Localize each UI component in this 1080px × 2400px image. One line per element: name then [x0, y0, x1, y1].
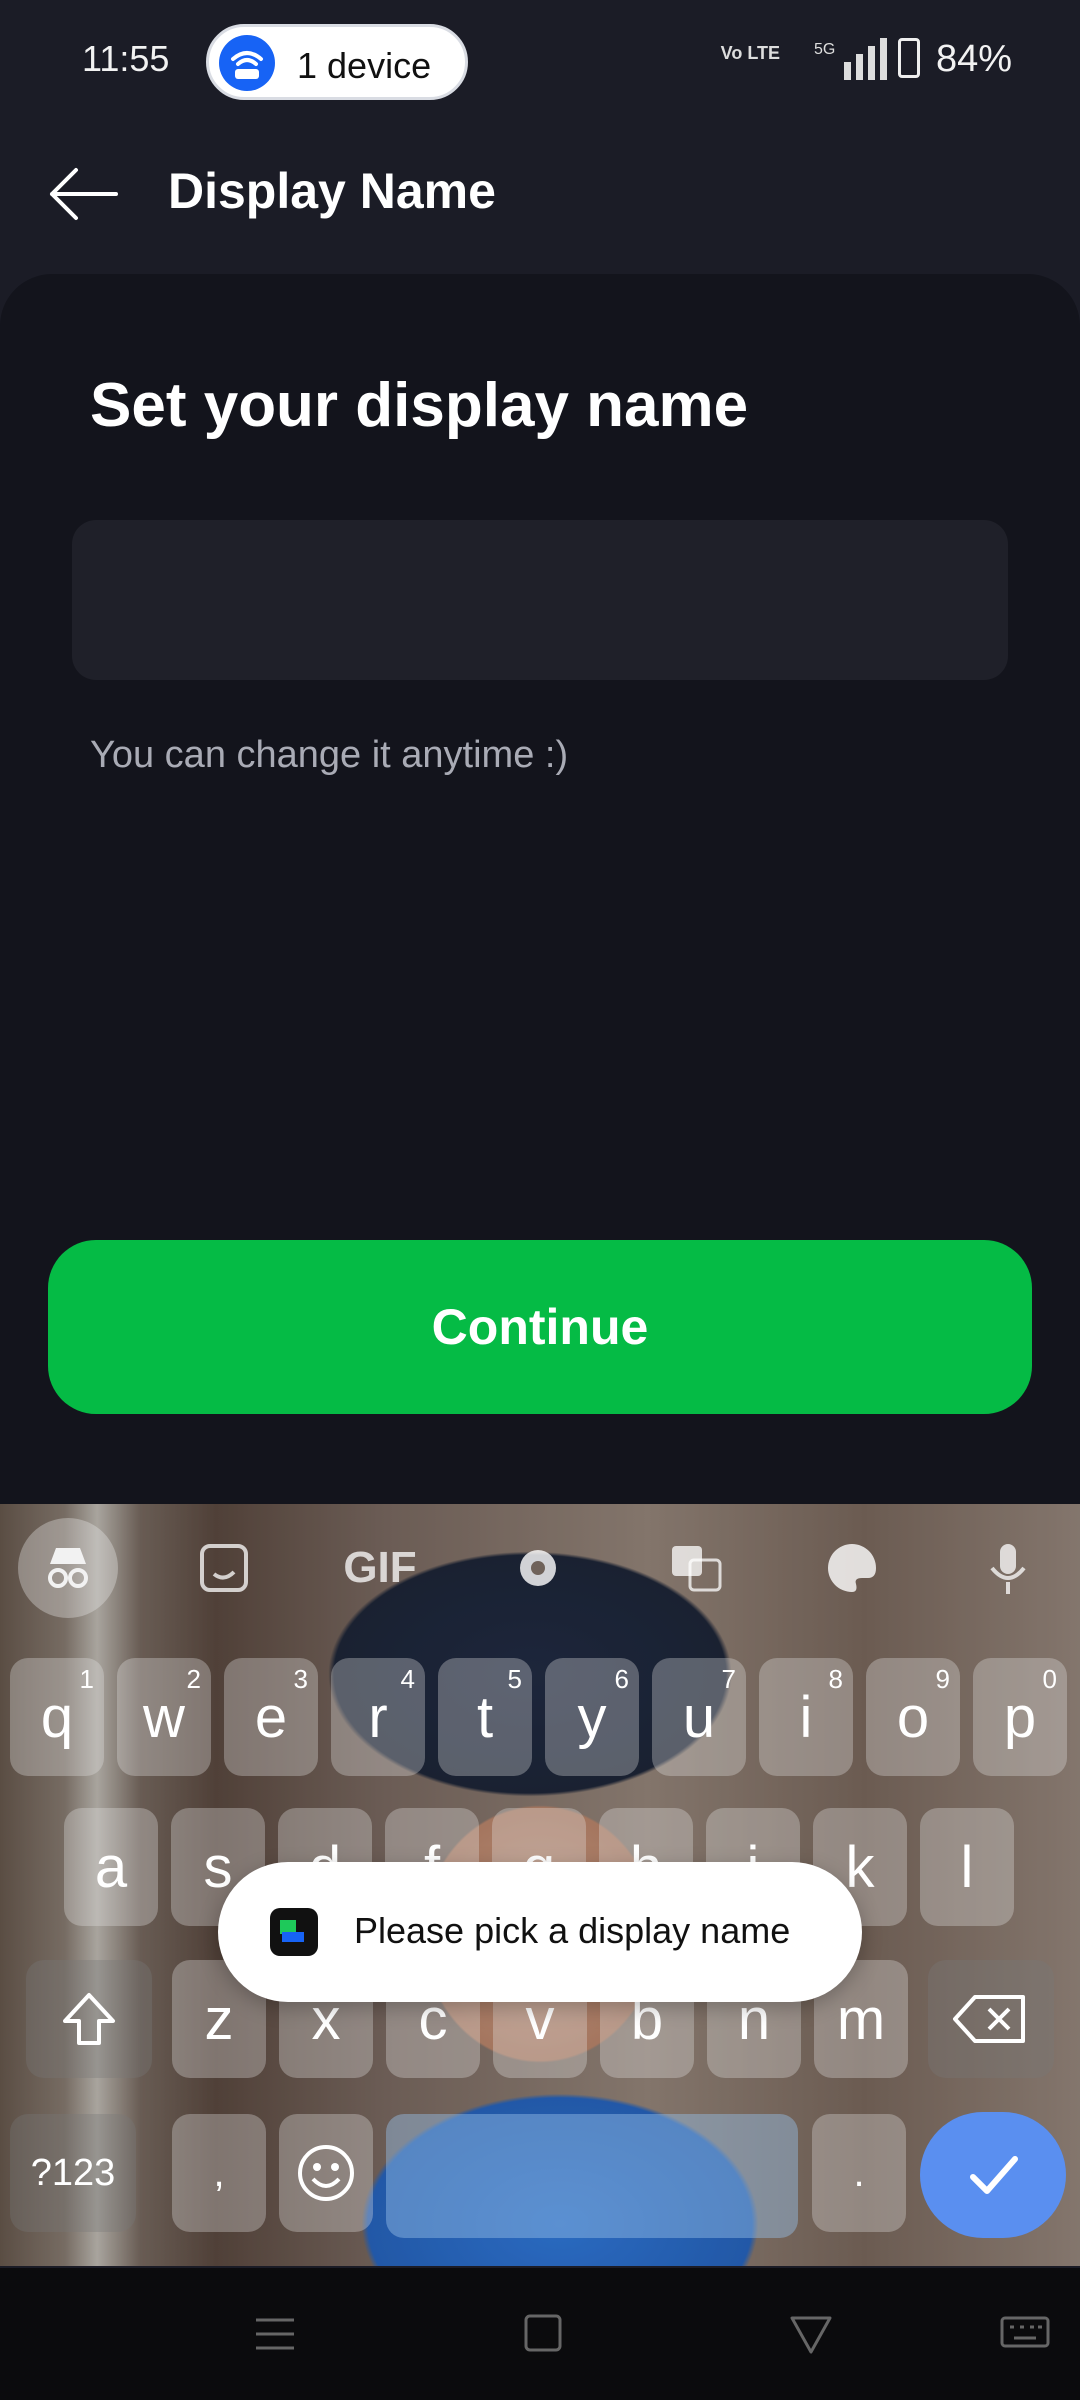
translate-icon[interactable]: [646, 1518, 746, 1618]
device-count-label: 1 device: [297, 45, 432, 86]
keyboard-switch-icon[interactable]: [1000, 2312, 1050, 2356]
volte-indicator: Vo LTE: [720, 43, 780, 63]
emoji-icon: [298, 2145, 354, 2201]
space-bar[interactable]: [386, 2114, 798, 2238]
settings-icon[interactable]: [488, 1518, 588, 1618]
key-a[interactable]: a: [64, 1808, 158, 1926]
incognito-icon[interactable]: [18, 1518, 118, 1618]
form-heading: Set your display name: [90, 371, 749, 440]
battery-icon: [898, 38, 920, 78]
network-type-label: 5G: [814, 41, 835, 58]
keyboard-toolbar: GIF: [0, 1504, 1080, 1632]
hint-text: You can change it anytime :): [90, 734, 569, 776]
toast-text: Please pick a display name: [354, 1910, 791, 1951]
comma-key[interactable]: ,: [172, 2114, 266, 2232]
palette-icon[interactable]: [802, 1518, 902, 1618]
enter-key[interactable]: [920, 2112, 1066, 2238]
system-nav-bar: [0, 2268, 1080, 2400]
key-l[interactable]: l: [920, 1808, 1014, 1926]
key-w[interactable]: w2: [117, 1658, 211, 1776]
key-r[interactable]: r4: [331, 1658, 425, 1776]
emoji-key[interactable]: [279, 2114, 373, 2232]
mic-icon[interactable]: [958, 1518, 1058, 1618]
wifi-router-icon: [219, 35, 275, 91]
status-bar: 11:55 1 device Vo LTE 5G 84%: [0, 0, 1080, 124]
key-o[interactable]: o9: [866, 1658, 960, 1776]
shift-key[interactable]: [26, 1960, 152, 2078]
key-p[interactable]: p0: [973, 1658, 1067, 1776]
backspace-icon: [953, 1995, 1025, 2043]
continue-button[interactable]: Continue: [48, 1240, 1032, 1414]
key-y[interactable]: y6: [545, 1658, 639, 1776]
checkmark-icon: [970, 2156, 1018, 2194]
gif-button[interactable]: GIF: [330, 1518, 430, 1618]
battery-percent: 84%: [935, 38, 1012, 80]
back-arrow-icon[interactable]: [46, 164, 120, 224]
page-title: Display Name: [168, 163, 496, 219]
cell-signal-icon: 5G: [814, 38, 887, 80]
key-u[interactable]: u7: [652, 1658, 746, 1776]
sticker-icon[interactable]: [174, 1518, 274, 1618]
toast-message: Please pick a display name: [218, 1862, 862, 2002]
key-t[interactable]: t5: [438, 1658, 532, 1776]
display-name-form: Set your display name You can change it …: [0, 274, 1080, 1504]
key-e[interactable]: e3: [224, 1658, 318, 1776]
key-q[interactable]: q1: [10, 1658, 104, 1776]
status-time: 11:55: [82, 38, 170, 79]
shift-icon: [63, 1993, 115, 2045]
app-bar: Display Name: [0, 124, 1080, 272]
display-name-input[interactable]: [72, 520, 1008, 680]
connected-device-pill[interactable]: 1 device: [206, 24, 468, 100]
app-icon: [270, 1908, 318, 1956]
backspace-key[interactable]: [928, 1960, 1054, 2078]
period-key[interactable]: .: [812, 2114, 906, 2232]
recent-apps-icon[interactable]: [250, 2312, 300, 2356]
back-nav-icon[interactable]: [786, 2312, 836, 2356]
key-i[interactable]: i8: [759, 1658, 853, 1776]
symbols-key[interactable]: ?123: [10, 2114, 136, 2232]
home-icon[interactable]: [518, 2312, 568, 2356]
